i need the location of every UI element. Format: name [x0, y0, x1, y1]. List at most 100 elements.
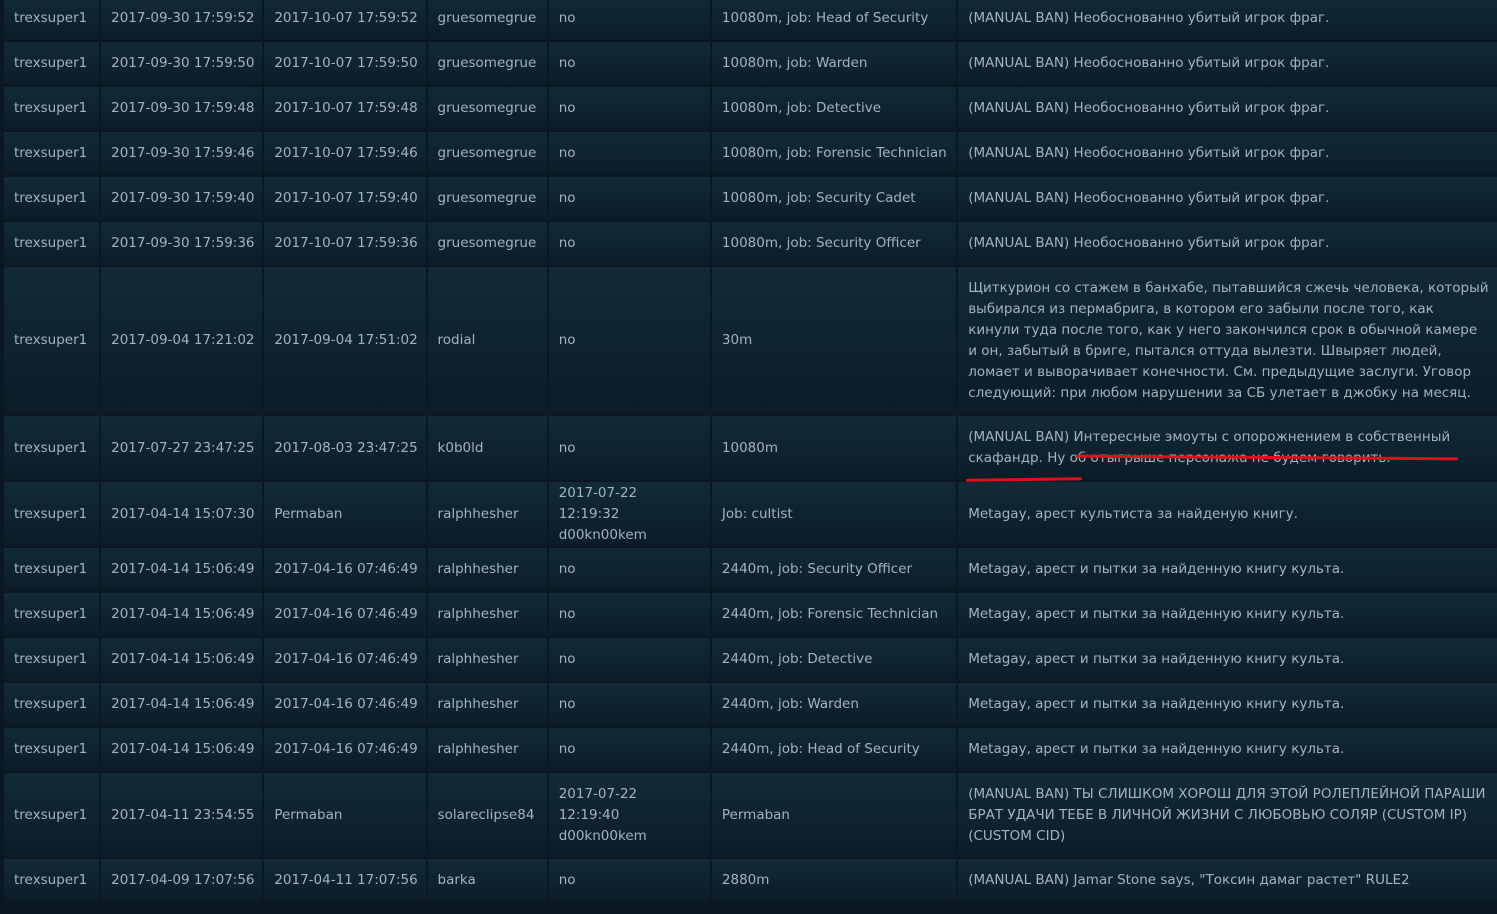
cell-target: barka: [427, 859, 547, 902]
cell-target: solareclipse84: [427, 773, 547, 857]
cell-length: 30m: [711, 267, 957, 414]
table-row: trexsuper1 2017-07-27 23:47:25 2017-08-03 …: [4, 416, 1497, 482]
cell-expires: 2017-10-07 17:59:40: [264, 177, 426, 220]
cell-expires: 2017-04-16 07:46:49: [264, 593, 426, 636]
cell-expires: 2017-10-07 17:59:50: [264, 42, 426, 85]
cell-unbanned: no: [548, 728, 710, 771]
cell-unbanned: no: [548, 42, 710, 85]
cell-expires: 2017-04-16 07:46:49: [264, 638, 426, 681]
cell-unbanned: no: [548, 0, 710, 40]
table-row: trexsuper1 2017-04-14 15:06:49 2017-04-16 …: [4, 638, 1497, 681]
table-row: trexsuper1 2017-04-14 15:06:49 2017-04-16 …: [4, 548, 1497, 591]
cell-admin: trexsuper1: [4, 548, 100, 591]
cell-date: 2017-04-14 15:06:49: [101, 683, 263, 726]
cell-length: 10080m: [711, 416, 957, 480]
cell-date: 2017-09-30 17:59:40: [101, 177, 263, 220]
cell-date: 2017-04-14 15:06:49: [101, 638, 263, 681]
table-row: trexsuper1 2017-04-14 15:06:49 2017-04-16 …: [4, 728, 1497, 771]
cell-unbanned: no: [548, 222, 710, 265]
table-row: trexsuper1 2017-04-14 15:06:49 2017-04-16 …: [4, 683, 1497, 726]
cell-length: 10080m, job: Head of Security: [711, 0, 957, 40]
cell-date: 2017-04-14 15:06:49: [101, 593, 263, 636]
cell-target: rodial: [427, 267, 547, 414]
cell-expires: 2017-10-07 17:59:48: [264, 87, 426, 130]
cell-length: 2440m, job: Forensic Technician: [711, 593, 957, 636]
table-row: trexsuper1 2017-04-09 17:07:56 2017-04-11 …: [4, 859, 1497, 902]
cell-target: gruesomegrue: [427, 177, 547, 220]
cell-date: 2017-09-04 17:21:02: [101, 267, 263, 414]
cell-expires: 2017-10-07 17:59:36: [264, 222, 426, 265]
cell-expires: Permaban: [264, 773, 426, 857]
ban-table-body: trexsuper1 2017-09-30 17:59:52 2017-10-07 …: [4, 0, 1497, 902]
cell-unbanned: no: [548, 87, 710, 130]
cell-expires: 2017-04-16 07:46:49: [264, 683, 426, 726]
cell-admin: trexsuper1: [4, 728, 100, 771]
cell-length: 2880m: [711, 859, 957, 902]
cell-unbanned: no: [548, 177, 710, 220]
cell-date: 2017-04-14 15:07:30: [101, 482, 263, 546]
cell-length: 10080m, job: Forensic Technician: [711, 132, 957, 175]
cell-target: ralphhesher: [427, 593, 547, 636]
cell-length: 2440m, job: Security Officer: [711, 548, 957, 591]
table-row: trexsuper1 2017-09-30 17:59:36 2017-10-07 …: [4, 222, 1497, 265]
table-row: trexsuper1 2017-04-14 15:06:49 2017-04-16 …: [4, 593, 1497, 636]
cell-target: gruesomegrue: [427, 87, 547, 130]
cell-target: gruesomegrue: [427, 222, 547, 265]
cell-reason: Metagay, арест культиста за найденую кни…: [958, 482, 1497, 546]
table-row: trexsuper1 2017-09-30 17:59:52 2017-10-07 …: [4, 0, 1497, 40]
cell-admin: trexsuper1: [4, 132, 100, 175]
table-row: trexsuper1 2017-09-30 17:59:48 2017-10-07 …: [4, 87, 1497, 130]
cell-reason: (MANUAL BAN) Необоснованно убитый игрок …: [958, 222, 1497, 265]
cell-reason: Metagay, арест и пытки за найденную книг…: [958, 638, 1497, 681]
cell-expires: 2017-10-07 17:59:46: [264, 132, 426, 175]
cell-unbanned: no: [548, 267, 710, 414]
cell-date: 2017-04-09 17:07:56: [101, 859, 263, 902]
cell-date: 2017-09-30 17:59:46: [101, 132, 263, 175]
table-row: trexsuper1 2017-09-04 17:21:02 2017-09-04 …: [4, 267, 1497, 414]
cell-reason: Metagay, арест и пытки за найденную книг…: [958, 683, 1497, 726]
cell-target: gruesomegrue: [427, 132, 547, 175]
cell-unbanned: 2017-07-22 12:19:32 d00kn00kem: [548, 482, 710, 546]
cell-length: Job: cultist: [711, 482, 957, 546]
cell-unbanned: no: [548, 859, 710, 902]
cell-admin: trexsuper1: [4, 42, 100, 85]
cell-admin: trexsuper1: [4, 222, 100, 265]
cell-admin: trexsuper1: [4, 638, 100, 681]
cell-reason: (MANUAL BAN) Необоснованно убитый игрок …: [958, 132, 1497, 175]
ban-table: trexsuper1 2017-09-30 17:59:52 2017-10-07 …: [2, 0, 1497, 904]
cell-reason: (MANUAL BAN) Необоснованно убитый игрок …: [958, 42, 1497, 85]
cell-date: 2017-04-14 15:06:49: [101, 728, 263, 771]
cell-admin: trexsuper1: [4, 177, 100, 220]
table-row: trexsuper1 2017-09-30 17:59:46 2017-10-07 …: [4, 132, 1497, 175]
cell-target: k0b0ld: [427, 416, 547, 480]
cell-admin: trexsuper1: [4, 593, 100, 636]
cell-admin: trexsuper1: [4, 683, 100, 726]
cell-admin: trexsuper1: [4, 87, 100, 130]
cell-reason: (MANUAL BAN) Jamar Stone says, "Токсин д…: [958, 859, 1497, 902]
cell-unbanned: no: [548, 416, 710, 480]
cell-length: 10080m, job: Warden: [711, 42, 957, 85]
cell-target: ralphhesher: [427, 683, 547, 726]
cell-length: 2440m, job: Head of Security: [711, 728, 957, 771]
cell-target: ralphhesher: [427, 728, 547, 771]
cell-target: ralphhesher: [427, 482, 547, 546]
cell-reason: Metagay, арест и пытки за найденную книг…: [958, 548, 1497, 591]
cell-admin: trexsuper1: [4, 416, 100, 480]
cell-expires: 2017-04-16 07:46:49: [264, 728, 426, 771]
cell-date: 2017-09-30 17:59:36: [101, 222, 263, 265]
cell-reason: (MANUAL BAN) Необоснованно убитый игрок …: [958, 0, 1497, 40]
cell-admin: trexsuper1: [4, 859, 100, 902]
cell-unbanned: no: [548, 638, 710, 681]
cell-date: 2017-07-27 23:47:25: [101, 416, 263, 480]
cell-length: 10080m, job: Detective: [711, 87, 957, 130]
ban-table-wrapper: trexsuper1 2017-09-30 17:59:52 2017-10-07 …: [0, 0, 1497, 904]
cell-date: 2017-09-30 17:59:50: [101, 42, 263, 85]
cell-length: 2440m, job: Detective: [711, 638, 957, 681]
cell-reason: Metagay, арест и пытки за найденную книг…: [958, 593, 1497, 636]
table-row: trexsuper1 2017-09-30 17:59:40 2017-10-07 …: [4, 177, 1497, 220]
cell-reason: (MANUAL BAN) ТЫ СЛИШКОМ ХОРОШ ДЛЯ ЭТОЙ Р…: [958, 773, 1497, 857]
cell-reason: (MANUAL BAN) Необоснованно убитый игрок …: [958, 87, 1497, 130]
table-row: trexsuper1 2017-04-11 23:54:55 Permaban sol…: [4, 773, 1497, 857]
cell-reason: (MANUAL BAN) Необоснованно убитый игрок …: [958, 177, 1497, 220]
cell-expires: 2017-04-16 07:46:49: [264, 548, 426, 591]
